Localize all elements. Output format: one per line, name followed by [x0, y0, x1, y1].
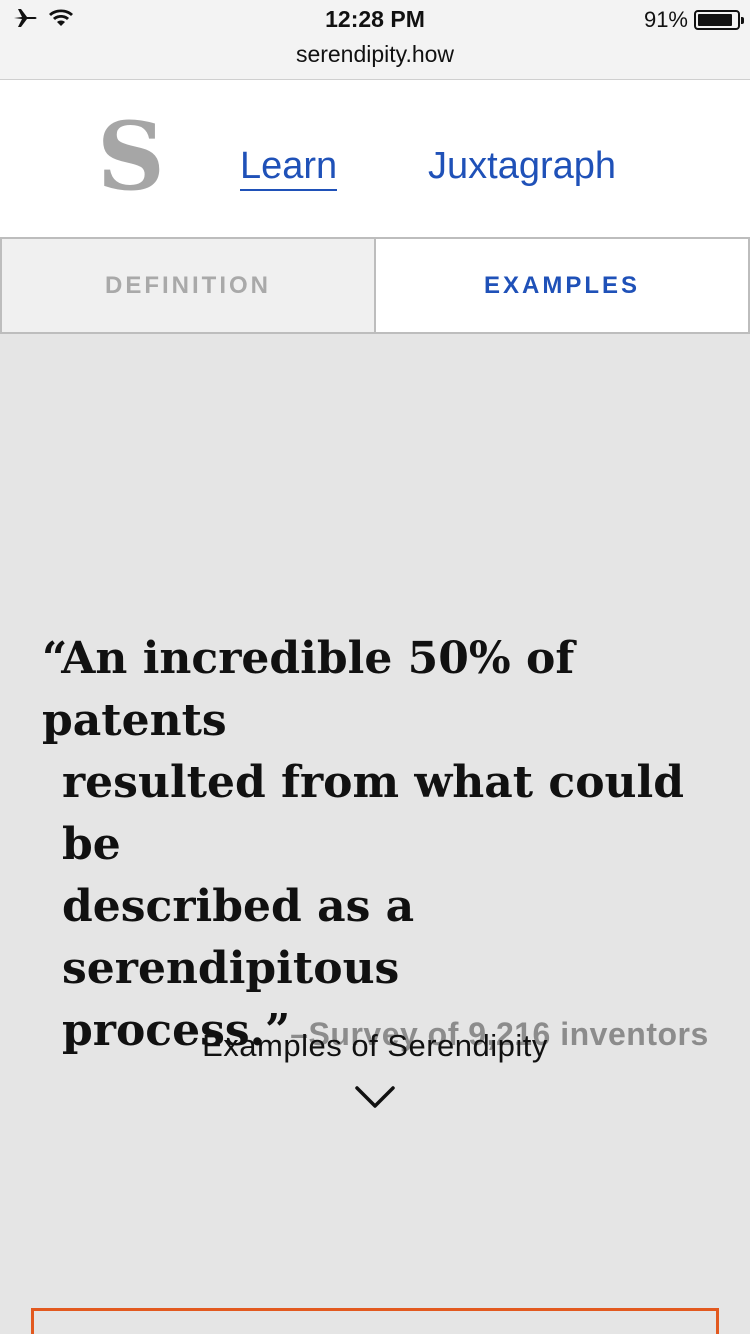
address-bar-url[interactable]: serendipity.how — [0, 41, 750, 68]
nav-link-juxtagraph[interactable]: Juxtagraph — [428, 144, 616, 188]
tab-definition[interactable]: DEFINITION — [0, 237, 375, 334]
status-time: 12:28 PM — [325, 6, 425, 32]
status-bar: 12:28 PM 91% serendipity.how — [0, 0, 750, 80]
site-header: S Learn Juxtagraph — [0, 80, 750, 238]
quote-line: resulted from what could be — [62, 757, 685, 870]
battery-tip — [741, 17, 744, 24]
nav-link-learn[interactable]: Learn — [240, 144, 338, 191]
examples-heading[interactable]: Examples of Serendipity — [0, 1028, 750, 1064]
tab-examples[interactable]: EXAMPLES — [375, 237, 750, 334]
tab-bar: DEFINITION EXAMPLES — [0, 237, 750, 334]
quote-line: described as a serendipitous — [62, 881, 415, 994]
battery-percent: 91% — [643, 7, 688, 32]
status-right: 91% — [643, 6, 744, 34]
battery-icon — [694, 10, 744, 30]
quote-line: “An incredible 50% of patents — [42, 633, 575, 746]
chevron-down-icon[interactable] — [355, 1082, 395, 1112]
example-card[interactable] — [31, 1308, 719, 1334]
site-logo[interactable]: S — [96, 110, 166, 204]
battery-fill — [698, 14, 733, 26]
patent-quote: “An incredible 50% of patents resulted f… — [42, 628, 722, 1065]
